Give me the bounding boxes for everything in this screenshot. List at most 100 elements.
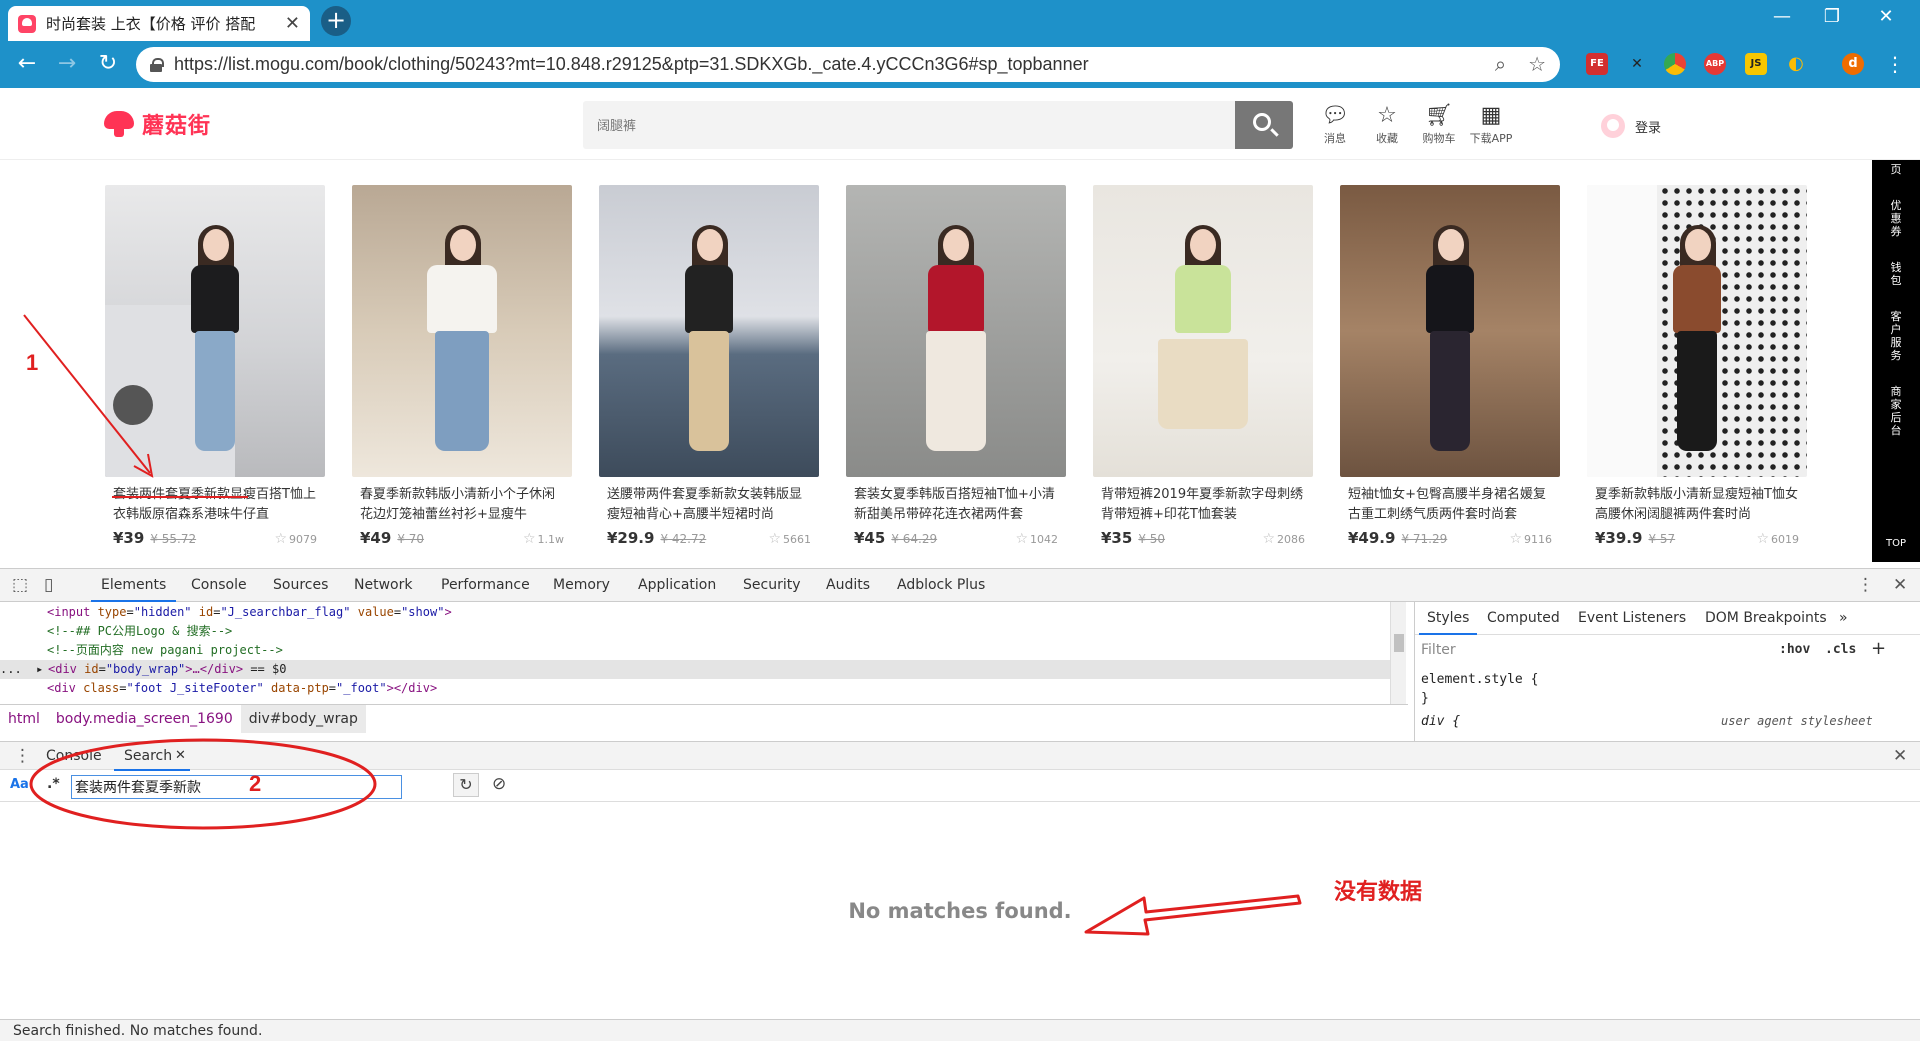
rail-item-page[interactable]: 页 [1889,160,1903,182]
favorite-star-icon[interactable]: ☆ [274,531,287,547]
more-tabs-icon[interactable]: » [1839,610,1848,626]
devtools-close-icon[interactable]: ✕ [1893,575,1907,595]
tab-elements[interactable]: Elements [90,577,177,602]
rail-item-merchant[interactable]: 商家后台 [1889,382,1903,443]
tab-dom-breakpoints[interactable]: DOM Breakpoints [1705,610,1827,626]
favorite-star-icon[interactable]: ☆ [1262,531,1275,547]
adblock-plus-icon[interactable]: ABP [1704,53,1726,75]
product-title[interactable]: 春夏季新款韩版小清新小个子休闲花边灯笼袖蕾丝衬衫+显瘦牛 [352,485,572,525]
translate-extension-icon[interactable]: ◐ [1785,53,1807,75]
rail-item-coupons[interactable]: 优惠券 [1889,196,1903,244]
cls-toggle[interactable]: .cls [1825,642,1856,657]
product-image[interactable] [599,185,819,477]
messages-link[interactable]: 💬︎ 消息 [1310,102,1360,146]
site-search-field[interactable] [583,101,1237,149]
product-image[interactable] [1340,185,1560,477]
favorite-star-icon[interactable]: ☆ [1015,531,1028,547]
product-card[interactable]: 短袖t恤女+包臀高腰半身裙名媛复古重工刺绣气质两件套时尚套 ¥49.9 ¥ 71… [1340,185,1560,560]
tab-application[interactable]: Application [638,577,716,593]
new-tab-button[interactable]: + [321,6,351,36]
regex-toggle[interactable]: .* [47,776,60,792]
div-rule[interactable]: div { [1421,714,1460,729]
breadcrumb-body[interactable]: body.media_screen_1690 [48,705,241,733]
product-image[interactable] [105,185,325,477]
refresh-search-icon[interactable]: ↻ [453,773,479,797]
address-bar[interactable]: https://list.mogu.com/book/clothing/5024… [136,47,1560,82]
dom-node-input[interactable]: <input type="hidden" id="J_searchbar_fla… [47,603,452,622]
cart-link[interactable]: 🛒︎ 购物车 [1414,102,1464,146]
tab-security[interactable]: Security [743,577,801,593]
product-card[interactable]: 夏季新款韩版小清新显瘦短袖T恤女高腰休闲阔腿裤两件套时尚 ¥39.9 ¥ 57 … [1587,185,1807,560]
chrome-extension-icon[interactable] [1664,53,1686,75]
product-card[interactable]: 送腰带两件套夏季新款女装韩版显瘦短袖背心+高腰半短裙时尚 ¥29.9 ¥ 42.… [599,185,819,560]
minimize-icon[interactable]: — [1762,6,1802,27]
product-image[interactable] [846,185,1066,477]
product-card[interactable]: 背带短裤2019年夏季新款字母刺绣背带短裤+印花T恤套装 ¥35 ¥ 50 ☆ 2… [1093,185,1313,560]
add-rule-icon[interactable]: + [1871,638,1886,659]
close-window-icon[interactable]: ✕ [1866,6,1906,27]
site-search-button[interactable] [1235,101,1293,149]
tab-sources[interactable]: Sources [273,577,328,593]
product-image[interactable] [1093,185,1313,477]
download-app-link[interactable]: ▦ 下载APP [1466,102,1516,146]
rail-item-top[interactable]: TOP [1872,534,1920,556]
inspect-element-icon[interactable]: ⬚ [12,575,28,595]
product-title[interactable]: 套装两件套夏季新款显瘦百搭T恤上衣韩版原宿森系港味牛仔直 [105,485,325,525]
forward-icon[interactable]: → [52,49,82,79]
product-card[interactable]: 春夏季新款韩版小清新小个子休闲花边灯笼袖蕾丝衬衫+显瘦牛 ¥49 ¥ 70 ☆ 1… [352,185,572,560]
tab-close-icon[interactable]: ✕ [285,13,300,34]
menu-kebab-icon[interactable]: ⋮ [1880,49,1910,79]
zoom-search-icon[interactable]: ⌕ [1495,52,1506,76]
product-title[interactable]: 夏季新款韩版小清新显瘦短袖T恤女高腰休闲阔腿裤两件套时尚 [1587,485,1807,525]
rail-item-wallet[interactable]: 钱包 [1889,258,1903,293]
favorite-star-icon[interactable]: ☆ [1756,531,1769,547]
hov-toggle[interactable]: :hov [1779,642,1810,657]
restore-icon[interactable]: ❐ [1812,6,1852,27]
tab-network[interactable]: Network [354,577,412,593]
tab-console[interactable]: Console [191,577,247,593]
product-card[interactable]: 套装女夏季韩版百搭短袖T恤+小清新甜美吊带碎花连衣裙两件套 ¥45 ¥ 64.2… [846,185,1066,560]
drawer-menu-icon[interactable]: ⋮ [14,746,31,766]
browser-tab[interactable]: 时尚套装 上衣【价格 评价 搭配 ✕ [8,6,310,41]
styles-filter-input[interactable]: Filter [1421,642,1456,658]
product-title[interactable]: 背带短裤2019年夏季新款字母刺绣背带短裤+印花T恤套装 [1093,485,1313,525]
login-link[interactable]: 登录 [1601,114,1661,138]
product-title[interactable]: 送腰带两件套夏季新款女装韩版显瘦短袖背心+高腰半短裙时尚 [599,485,819,525]
drawer-tab-console[interactable]: Console [46,748,102,764]
dom-node-footer[interactable]: <div class="foot J_siteFooter" data-ptp=… [47,679,437,698]
bookmark-star-icon[interactable]: ☆ [1528,52,1546,76]
tab-adblock-plus[interactable]: Adblock Plus [897,577,985,593]
elements-scrollbar[interactable] [1390,602,1406,704]
favorites-link[interactable]: ☆ 收藏 [1362,102,1412,146]
favorite-star-icon[interactable]: ☆ [1509,531,1522,547]
product-title[interactable]: 短袖t恤女+包臀高腰半身裙名媛复古重工刺绣气质两件套时尚套 [1340,485,1560,525]
tab-performance[interactable]: Performance [441,577,530,593]
fe-extension-icon[interactable]: FE [1586,53,1608,75]
device-toolbar-icon[interactable]: ▯ [44,575,53,595]
product-image[interactable] [1587,185,1807,477]
back-icon[interactable]: ← [12,49,42,79]
match-case-toggle[interactable]: Aa [10,777,29,792]
rail-item-service[interactable]: 客户服务 [1889,307,1903,368]
dom-comment-content[interactable]: <!--页面内容 new pagani project--> [47,641,283,660]
favorite-star-icon[interactable]: ☆ [523,531,536,547]
dom-node-body-wrap[interactable]: ... ▸ <div id="body_wrap">…</div> == $0 [0,660,1390,679]
element-style-rule[interactable]: element.style { [1421,672,1538,687]
reload-icon[interactable]: ↻ [93,49,123,79]
product-title[interactable]: 套装女夏季韩版百搭短袖T恤+小清新甜美吊带碎花连衣裙两件套 [846,485,1066,525]
x-extension-icon[interactable]: ✕ [1626,53,1648,75]
favorite-star-icon[interactable]: ☆ [768,531,781,547]
product-card[interactable]: 套装两件套夏季新款显瘦百搭T恤上衣韩版原宿森系港味牛仔直 ¥39 ¥ 55.72… [105,185,325,560]
tab-event-listeners[interactable]: Event Listeners [1578,610,1686,626]
site-logo[interactable]: 蘑菇街 [104,108,211,140]
product-image[interactable] [352,185,572,477]
tab-styles[interactable]: Styles [1418,610,1479,635]
devtools-search-input[interactable] [71,775,402,799]
drawer-tab-search[interactable]: Search [113,748,191,771]
site-search-input[interactable] [583,101,1237,149]
clear-search-icon[interactable]: ⊘ [492,774,506,794]
js-extension-icon[interactable]: JS [1745,53,1767,75]
tab-computed[interactable]: Computed [1487,610,1560,626]
drawer-close-icon[interactable]: ✕ [1893,746,1907,766]
tab-memory[interactable]: Memory [553,577,610,593]
